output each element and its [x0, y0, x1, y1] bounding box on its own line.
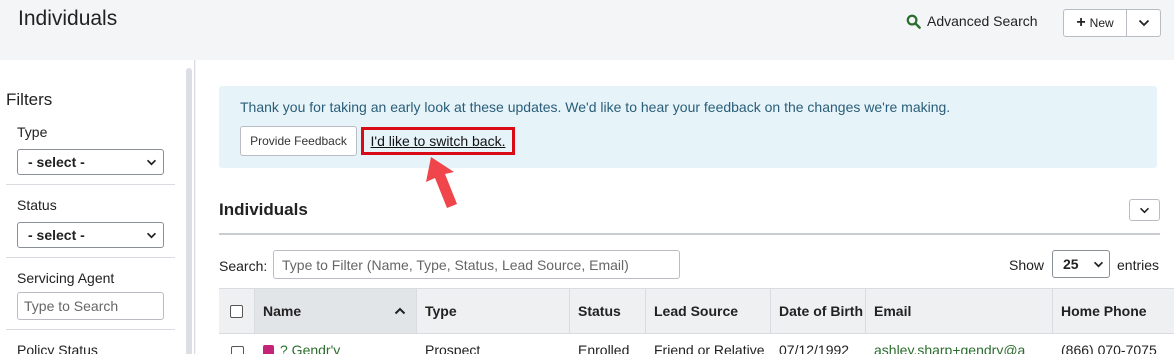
show-label: Show: [1009, 257, 1045, 273]
filter-divider: [6, 257, 175, 258]
lead-source-cell: Friend or Relative: [654, 342, 765, 354]
select-all-cell: [219, 289, 255, 333]
column-label: Name: [263, 303, 302, 319]
advanced-search-link[interactable]: Advanced Search: [906, 13, 1038, 29]
column-header-name[interactable]: Name: [255, 289, 417, 333]
filters-title: Filters: [6, 90, 53, 109]
banner-message: Thank you for taking an early look at th…: [240, 99, 951, 115]
type-filter-select[interactable]: - select -: [17, 149, 164, 175]
name-link[interactable]: ? Gendr'y: [280, 342, 340, 354]
filter-divider: [6, 329, 175, 330]
filters-sidebar: Filters Type - select - Status - select …: [0, 60, 195, 354]
chevron-down-icon: [146, 159, 157, 165]
column-header-dob[interactable]: Date of Birth: [771, 289, 866, 333]
sidebar-scrollbar[interactable]: [186, 68, 192, 354]
type-filter-label: Type: [17, 124, 48, 140]
plus-icon: +: [1076, 14, 1086, 31]
new-dropdown-toggle[interactable]: [1127, 10, 1160, 36]
name-cell[interactable]: ? Gendr'y: [263, 342, 413, 354]
policy-status-label: Policy Status: [17, 342, 98, 354]
column-header-email[interactable]: Email: [866, 289, 1053, 333]
status-cell: Enrolled: [578, 342, 630, 354]
page-title: Individuals: [18, 7, 118, 30]
select-all-checkbox[interactable]: [230, 304, 243, 318]
search-icon: [906, 14, 921, 29]
record-tag-icon: [263, 344, 274, 354]
chevron-down-icon: [1093, 261, 1104, 267]
search-label: Search:: [219, 258, 268, 274]
new-button-label: New: [1089, 16, 1114, 30]
feedback-banner: Thank you for taking an early look at th…: [219, 86, 1157, 168]
home-phone-cell: (866) 070-7075: [1061, 342, 1157, 354]
switch-back-link[interactable]: I'd like to switch back.: [361, 127, 515, 155]
provide-feedback-button[interactable]: Provide Feedback: [240, 126, 357, 156]
section-title: Individuals: [219, 200, 308, 219]
column-header-home-phone[interactable]: Home Phone: [1053, 289, 1174, 333]
entries-label: entries: [1117, 257, 1160, 273]
chevron-down-icon: [1138, 19, 1149, 27]
type-cell: Prospect: [425, 342, 481, 354]
row-checkbox-cell: [231, 346, 244, 354]
advanced-search-label: Advanced Search: [927, 13, 1038, 29]
servicing-agent-label: Servicing Agent: [17, 270, 115, 286]
status-filter-label: Status: [17, 197, 57, 213]
status-filter-value: - select -: [28, 227, 85, 243]
annotation-arrow: [426, 157, 457, 208]
status-filter-select[interactable]: - select -: [17, 222, 164, 248]
column-header-status[interactable]: Status: [570, 289, 646, 333]
row-checkbox[interactable]: [231, 346, 244, 354]
page-size-select[interactable]: 25: [1052, 250, 1110, 278]
new-button[interactable]: + New: [1064, 10, 1127, 36]
new-button-group: + New: [1063, 9, 1161, 37]
page-size-value: 25: [1063, 256, 1079, 272]
page-header: Individuals Advanced Search + New: [0, 0, 1174, 60]
table-header: Name Type Status Lead Source Date of Bir…: [219, 288, 1174, 334]
filter-divider: [6, 184, 175, 185]
column-header-lead-source[interactable]: Lead Source: [646, 289, 771, 333]
sort-ascending-icon: [394, 307, 406, 315]
type-filter-value: - select -: [28, 154, 85, 170]
section-collapse-toggle[interactable]: [1129, 199, 1160, 221]
main-content: Thank you for taking an early look at th…: [196, 60, 1174, 354]
servicing-agent-input[interactable]: [17, 292, 164, 320]
column-header-type[interactable]: Type: [417, 289, 570, 333]
table-row[interactable]: ? Gendr'y Prospect Enrolled Friend or Re…: [219, 334, 1174, 354]
chevron-down-icon: [1140, 207, 1149, 213]
section-divider: [219, 233, 1160, 235]
email-link[interactable]: ashley.sharp+gendry@a: [874, 342, 1049, 354]
table-search-input[interactable]: [273, 250, 680, 279]
dob-cell: 07/12/1992: [779, 342, 850, 354]
chevron-down-icon: [146, 232, 157, 238]
